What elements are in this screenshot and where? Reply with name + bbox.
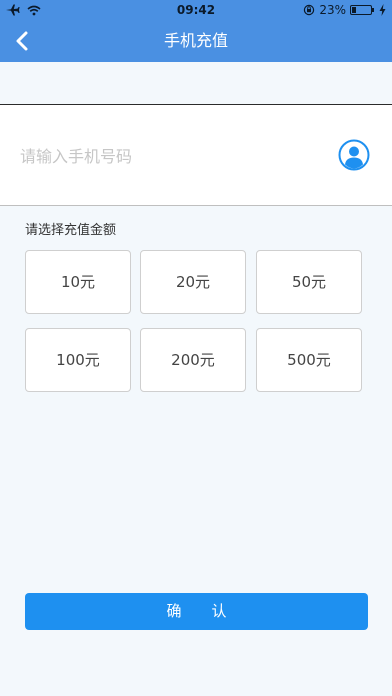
contact-person-icon[interactable] <box>338 139 370 171</box>
battery-percent: 23% <box>319 3 346 17</box>
status-bar: 09:42 23% <box>0 0 392 20</box>
charging-icon <box>379 4 386 16</box>
orientation-lock-icon <box>304 4 315 16</box>
amount-option-100[interactable]: 100元 <box>25 328 131 392</box>
phone-row-bottom-divider <box>0 205 392 206</box>
nav-bar: 手机充值 <box>0 20 392 62</box>
amount-option-20[interactable]: 20元 <box>140 250 246 314</box>
confirm-button[interactable]: 确 认 <box>25 593 368 630</box>
page-title: 手机充值 <box>163 31 228 50</box>
amount-option-50[interactable]: 50元 <box>256 250 362 314</box>
status-bar-right: 23% <box>303 0 386 20</box>
battery-icon <box>350 5 374 15</box>
phone-input-row <box>0 105 392 205</box>
amount-option-500[interactable]: 500元 <box>256 328 362 392</box>
phone-number-input[interactable] <box>18 141 322 171</box>
amount-section-label: 请选择充值金额 <box>25 223 117 238</box>
amount-option-200[interactable]: 200元 <box>140 328 246 392</box>
battery-level <box>352 7 356 13</box>
amount-option-10[interactable]: 10元 <box>25 250 131 314</box>
